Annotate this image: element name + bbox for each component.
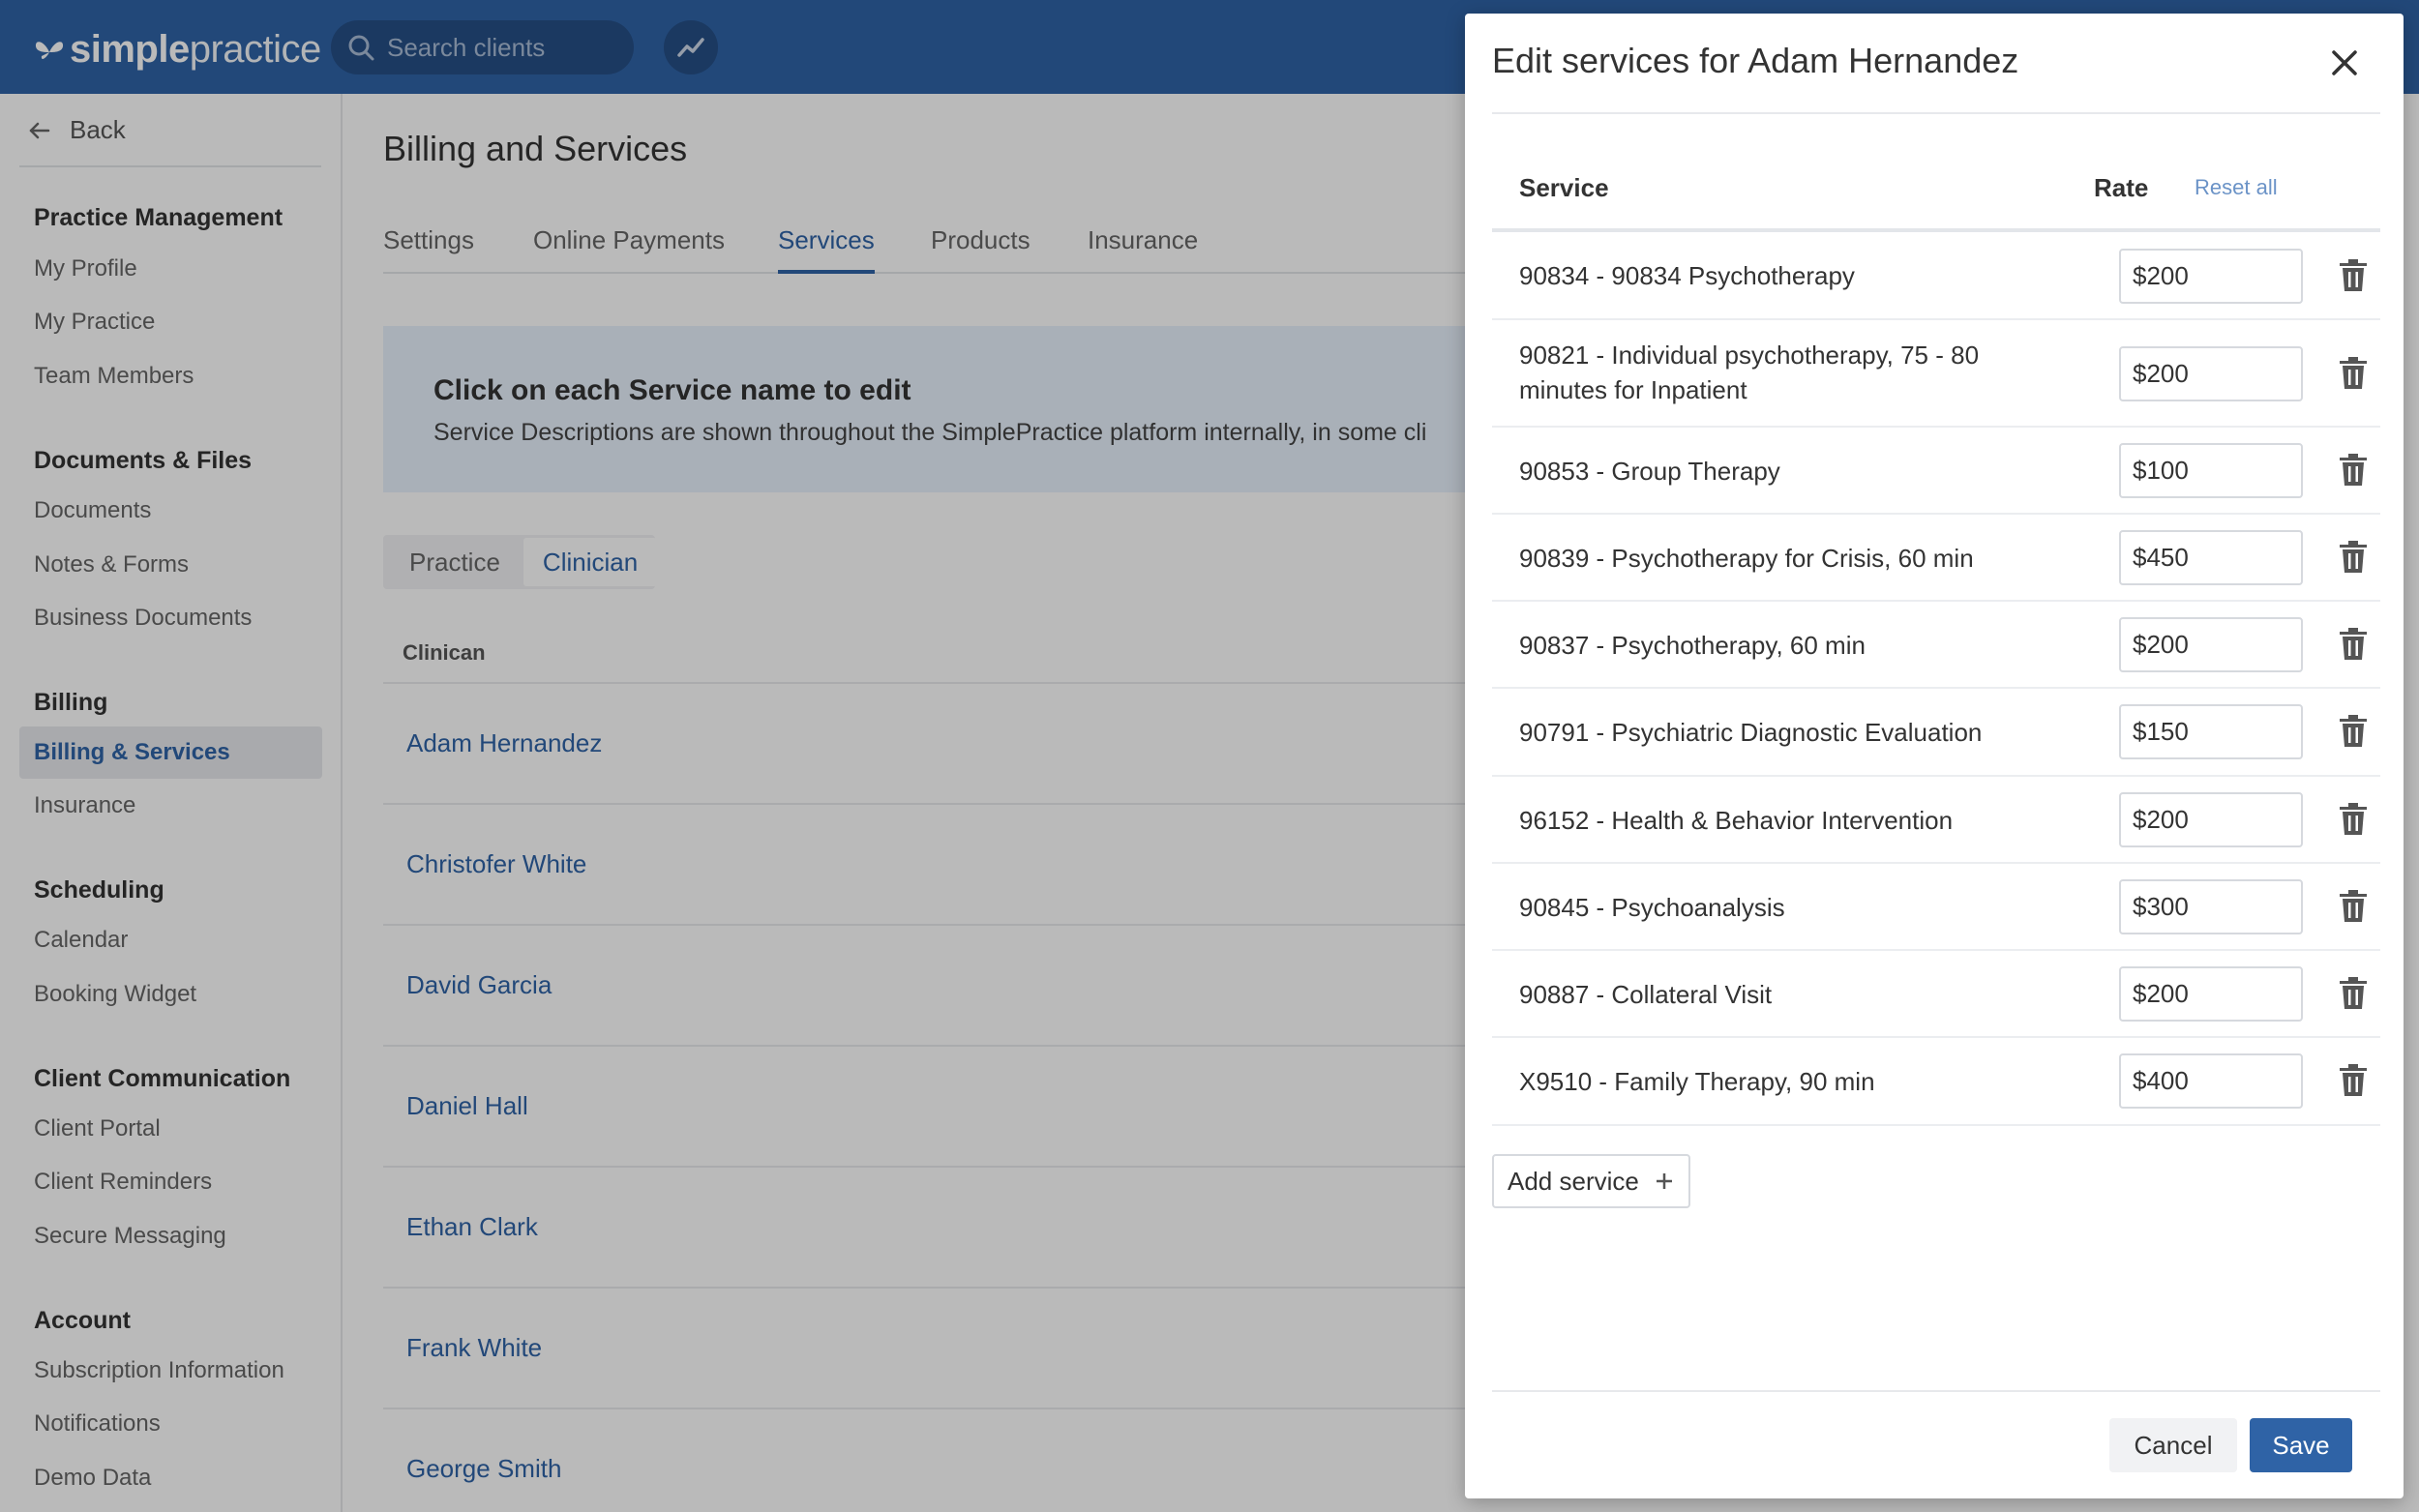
- add-service-button[interactable]: Add service: [1492, 1154, 1690, 1208]
- trash-icon[interactable]: [2338, 976, 2369, 1011]
- service-row: 90834 - 90834 Psychotherapy: [1492, 232, 2380, 320]
- service-row: 96152 - Health & Behavior Intervention: [1492, 777, 2380, 864]
- rate-input[interactable]: [2119, 704, 2303, 759]
- save-button[interactable]: Save: [2250, 1418, 2352, 1472]
- plus-icon: [1656, 1173, 1672, 1189]
- trash-icon[interactable]: [2338, 1063, 2369, 1098]
- rate-input[interactable]: [2119, 879, 2303, 934]
- trash-icon[interactable]: [2338, 889, 2369, 924]
- service-name[interactable]: 90834 - 90834 Psychotherapy: [1519, 258, 2022, 293]
- service-name[interactable]: 90887 - Collateral Visit: [1519, 977, 2022, 1012]
- service-name[interactable]: 90821 - Individual psychotherapy, 75 - 8…: [1519, 338, 2022, 407]
- trash-icon[interactable]: [2338, 540, 2369, 575]
- reset-all-link[interactable]: Reset all: [2195, 175, 2278, 200]
- service-name[interactable]: X9510 - Family Therapy, 90 min: [1519, 1064, 2022, 1099]
- rate-input[interactable]: [2119, 1053, 2303, 1109]
- service-row: 90845 - Psychoanalysis: [1492, 864, 2380, 951]
- service-name[interactable]: 90845 - Psychoanalysis: [1519, 890, 2022, 925]
- edit-services-panel: Edit services for Adam Hernandez Service…: [1465, 14, 2404, 1498]
- rate-input[interactable]: [2119, 346, 2303, 401]
- service-row: 90839 - Psychotherapy for Crisis, 60 min: [1492, 515, 2380, 602]
- service-name[interactable]: 90837 - Psychotherapy, 60 min: [1519, 628, 2022, 663]
- rate-input[interactable]: [2119, 966, 2303, 1022]
- rate-input[interactable]: [2119, 530, 2303, 585]
- col-service-header: Service: [1519, 173, 1609, 202]
- trash-icon[interactable]: [2338, 258, 2369, 293]
- rate-input[interactable]: [2119, 617, 2303, 672]
- service-name[interactable]: 90839 - Psychotherapy for Crisis, 60 min: [1519, 541, 2022, 576]
- service-row: 90853 - Group Therapy: [1492, 428, 2380, 515]
- rate-input[interactable]: [2119, 443, 2303, 498]
- service-row: 90837 - Psychotherapy, 60 min: [1492, 602, 2380, 689]
- trash-icon[interactable]: [2338, 356, 2369, 391]
- service-row: X9510 - Family Therapy, 90 min: [1492, 1038, 2380, 1126]
- service-name[interactable]: 96152 - Health & Behavior Intervention: [1519, 803, 2022, 838]
- service-name[interactable]: 90853 - Group Therapy: [1519, 454, 2022, 489]
- rate-input[interactable]: [2119, 792, 2303, 847]
- header-divider: [1492, 112, 2380, 114]
- cancel-button[interactable]: Cancel: [2109, 1418, 2237, 1472]
- trash-icon[interactable]: [2338, 802, 2369, 837]
- service-row: 90887 - Collateral Visit: [1492, 951, 2380, 1038]
- service-row: 90791 - Psychiatric Diagnostic Evaluatio…: [1492, 689, 2380, 777]
- service-row: 90821 - Individual psychotherapy, 75 - 8…: [1492, 320, 2380, 428]
- trash-icon[interactable]: [2338, 453, 2369, 488]
- footer-divider: [1492, 1390, 2380, 1392]
- trash-icon[interactable]: [2338, 714, 2369, 749]
- trash-icon[interactable]: [2338, 627, 2369, 662]
- close-button[interactable]: [2323, 42, 2366, 84]
- add-service-label: Add service: [1508, 1166, 1639, 1196]
- panel-title: Edit services for Adam Hernandez: [1492, 41, 2019, 80]
- rate-input[interactable]: [2119, 249, 2303, 304]
- service-name[interactable]: 90791 - Psychiatric Diagnostic Evaluatio…: [1519, 715, 2022, 750]
- col-rate-header: Rate: [2094, 173, 2149, 202]
- close-icon: [2332, 50, 2357, 75]
